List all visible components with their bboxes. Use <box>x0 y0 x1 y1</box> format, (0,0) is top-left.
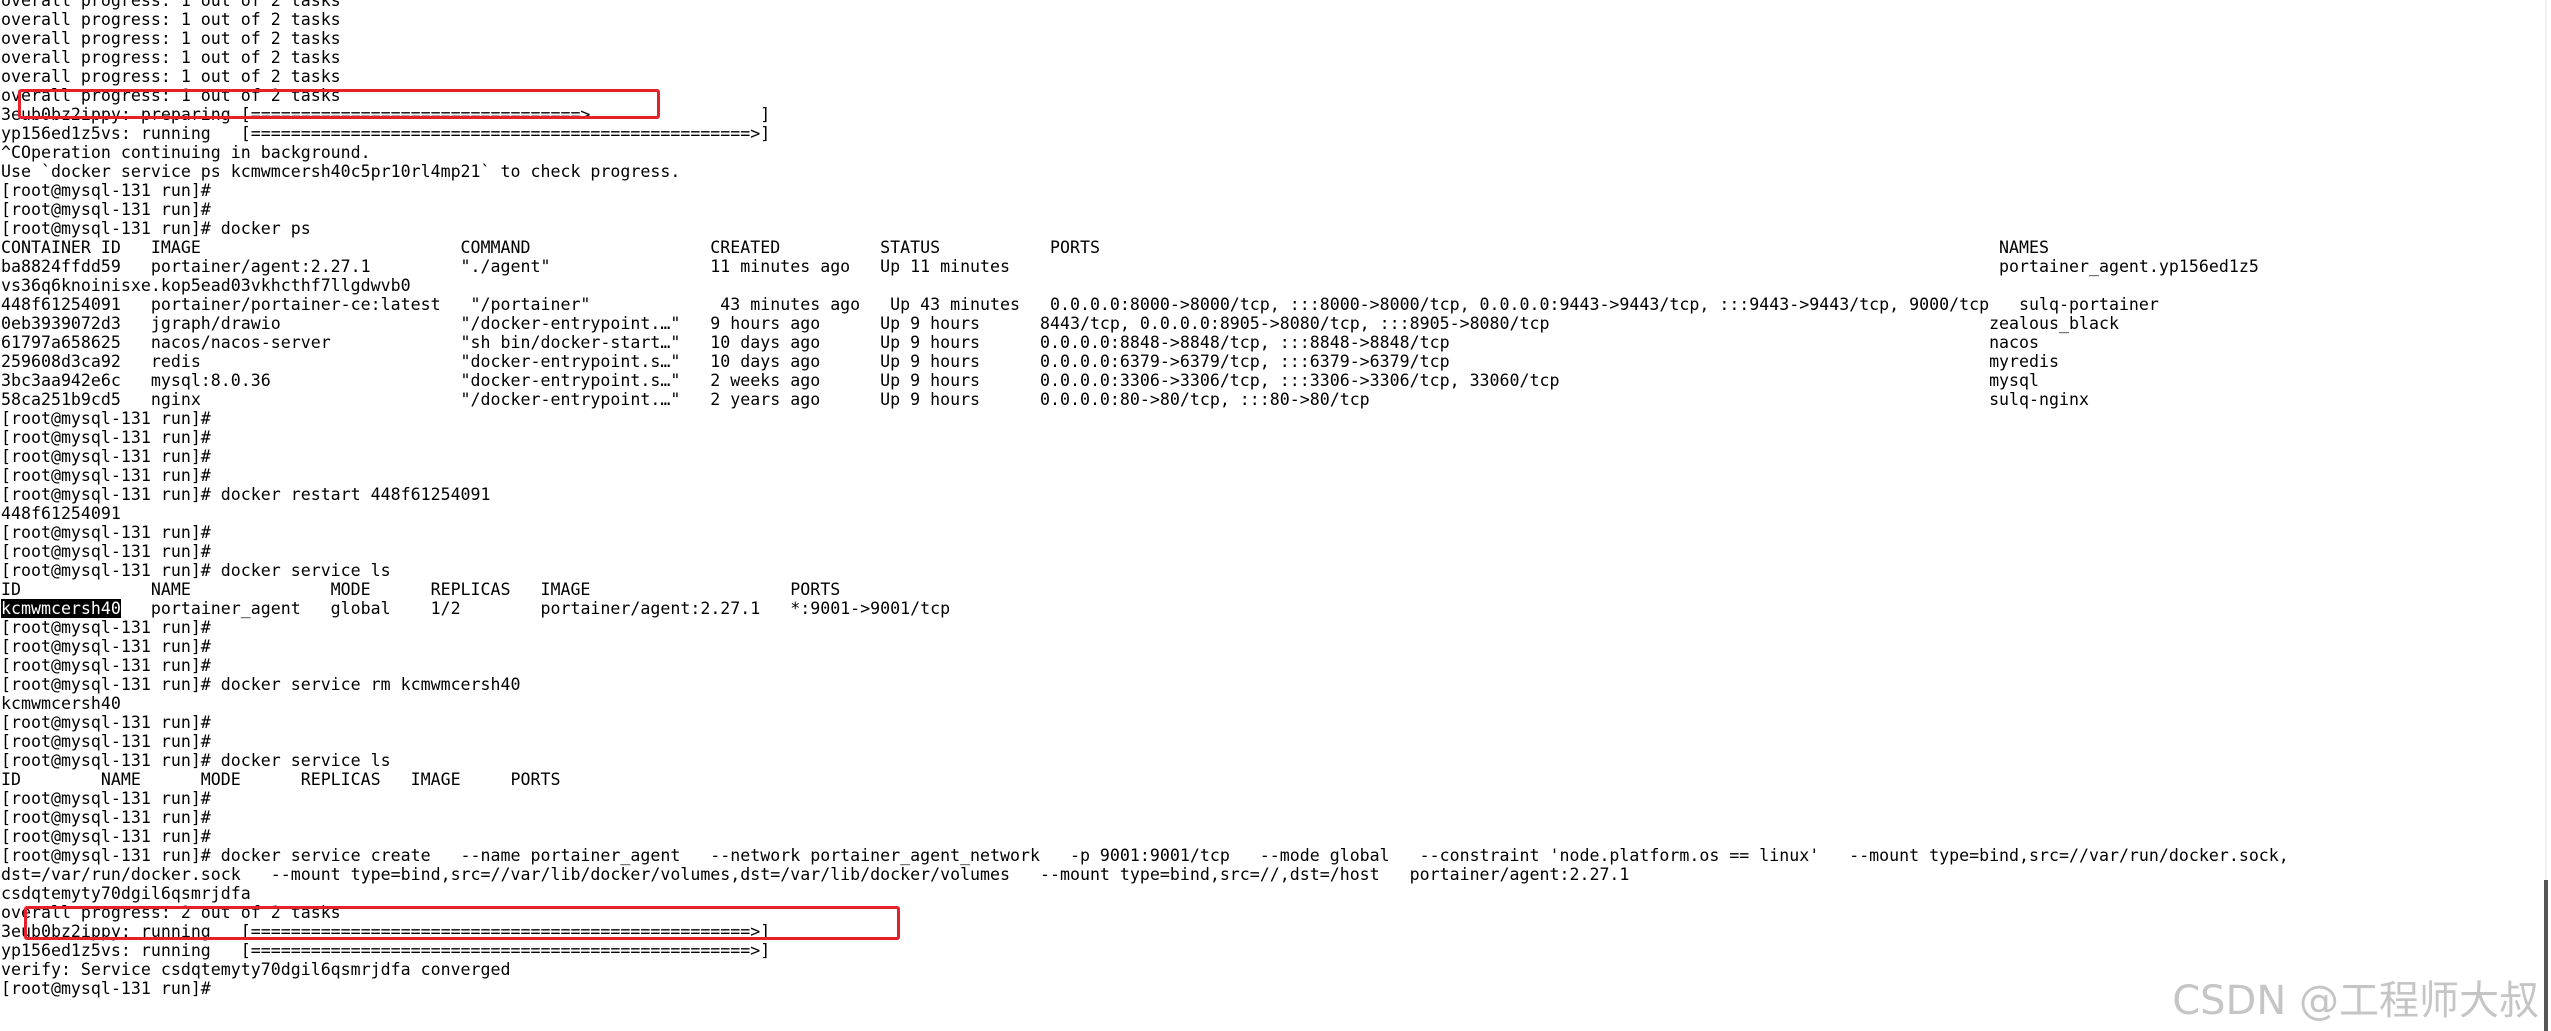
terminal-output[interactable]: overall progress: 1 out of 2 tasks overal… <box>0 0 2520 1031</box>
terminal-line: ID NAME MODE REPLICAS IMAGE PORTS <box>1 580 841 599</box>
terminal-line: [root@mysql-131 run]# <box>1 618 211 637</box>
terminal-line: [root@mysql-131 run]# docker service rm … <box>1 675 521 694</box>
terminal-line: [root@mysql-131 run]# <box>1 542 211 561</box>
terminal-line: 3bc3aa942e6c mysql:8.0.36 "docker-entryp… <box>1 371 2040 390</box>
terminal-line: [root@mysql-131 run]# <box>1 789 211 808</box>
terminal-line: [root@mysql-131 run]# docker ps <box>1 219 311 238</box>
terminal-line: 259608d3ca92 redis "docker-entrypoint.s…… <box>1 352 2059 371</box>
terminal-line: dst=/var/run/docker.sock --mount type=bi… <box>1 865 1630 884</box>
terminal-line: [root@mysql-131 run]# <box>1 656 211 675</box>
terminal-line: [root@mysql-131 run]# <box>1 713 211 732</box>
terminal-line: yp156ed1z5vs: running [=================… <box>1 941 771 960</box>
terminal-line: [root@mysql-131 run]# docker service cre… <box>1 846 2289 865</box>
terminal-line: [root@mysql-131 run]# docker service ls <box>1 561 391 580</box>
terminal-line: [root@mysql-131 run]# <box>1 732 211 751</box>
terminal-line: overall progress: 1 out of 2 tasks <box>1 29 341 48</box>
terminal-line: verify: Service csdqtemyty70dgil6qsmrjdf… <box>1 960 511 979</box>
terminal-line: [root@mysql-131 run]# <box>1 447 211 466</box>
terminal-line: 448f61254091 <box>1 504 121 523</box>
terminal-line: [root@mysql-131 run]# <box>1 979 211 998</box>
terminal-line: overall progress: 1 out of 2 tasks <box>1 48 341 67</box>
terminal-line: 61797a658625 nacos/nacos-server "sh bin/… <box>1 333 2040 352</box>
terminal-line: yp156ed1z5vs: running [=================… <box>1 124 771 143</box>
vertical-scrollbar[interactable] <box>2541 0 2551 1031</box>
terminal-line: overall progress: 1 out of 2 tasks <box>1 0 341 10</box>
terminal-line: [root@mysql-131 run]# docker service ls <box>1 751 391 770</box>
terminal-line: 448f61254091 portainer/portainer-ce:late… <box>1 295 2159 314</box>
terminal-line: [root@mysql-131 run]# <box>1 200 211 219</box>
terminal-line: [root@mysql-131 run]# <box>1 827 211 846</box>
scrollbar-track[interactable] <box>2545 0 2547 1031</box>
terminal-line: [root@mysql-131 run]# <box>1 523 211 542</box>
terminal-line: vs36q6knoinisxe.kop5ead03vkhcthf7llgdwvb… <box>1 276 411 295</box>
csdn-watermark: CSDN @工程师大叔 <box>2172 978 2539 1024</box>
terminal-line: overall progress: 1 out of 2 tasks <box>1 10 341 29</box>
terminal-line: ^COperation continuing in background. <box>1 143 371 162</box>
service-row-details: portainer_agent global 1/2 portainer/age… <box>120 599 951 618</box>
terminal-line: kcmwmcersh40 portainer_agent global 1/2 … <box>0 599 2520 618</box>
terminal-line: CONTAINER ID IMAGE COMMAND CREATED STATU… <box>1 238 2050 257</box>
annotation-box-running <box>24 906 900 940</box>
terminal-line: ID NAME MODE REPLICAS IMAGE PORTS <box>1 770 561 789</box>
terminal-line: kcmwmcersh40 <box>1 694 121 713</box>
scrollbar-thumb[interactable] <box>2544 880 2548 1031</box>
terminal-line: csdqtemyty70dgil6qsmrjdfa <box>1 884 251 903</box>
terminal-line: 0eb3939072d3 jgraph/drawio "/docker-entr… <box>1 314 2119 333</box>
terminal-line: [root@mysql-131 run]# <box>1 466 211 485</box>
annotation-box-preparing <box>18 89 660 119</box>
terminal-line: [root@mysql-131 run]# <box>1 409 211 428</box>
terminal-line: [root@mysql-131 run]# <box>1 808 211 827</box>
selected-service-id[interactable]: kcmwmcersh40 <box>1 599 121 618</box>
terminal-line: overall progress: 1 out of 2 tasks <box>1 67 341 86</box>
terminal-line: [root@mysql-131 run]# <box>1 181 211 200</box>
terminal-line: 58ca251b9cd5 nginx "/docker-entrypoint.…… <box>1 390 2089 409</box>
terminal-line: [root@mysql-131 run]# <box>1 428 211 447</box>
terminal-line: [root@mysql-131 run]# <box>1 637 211 656</box>
terminal-line: Use `docker service ps kcmwmcersh40c5pr1… <box>1 162 681 181</box>
terminal-line: [root@mysql-131 run]# docker restart 448… <box>1 485 491 504</box>
terminal-line: ba8824ffdd59 portainer/agent:2.27.1 "./a… <box>1 257 2259 276</box>
